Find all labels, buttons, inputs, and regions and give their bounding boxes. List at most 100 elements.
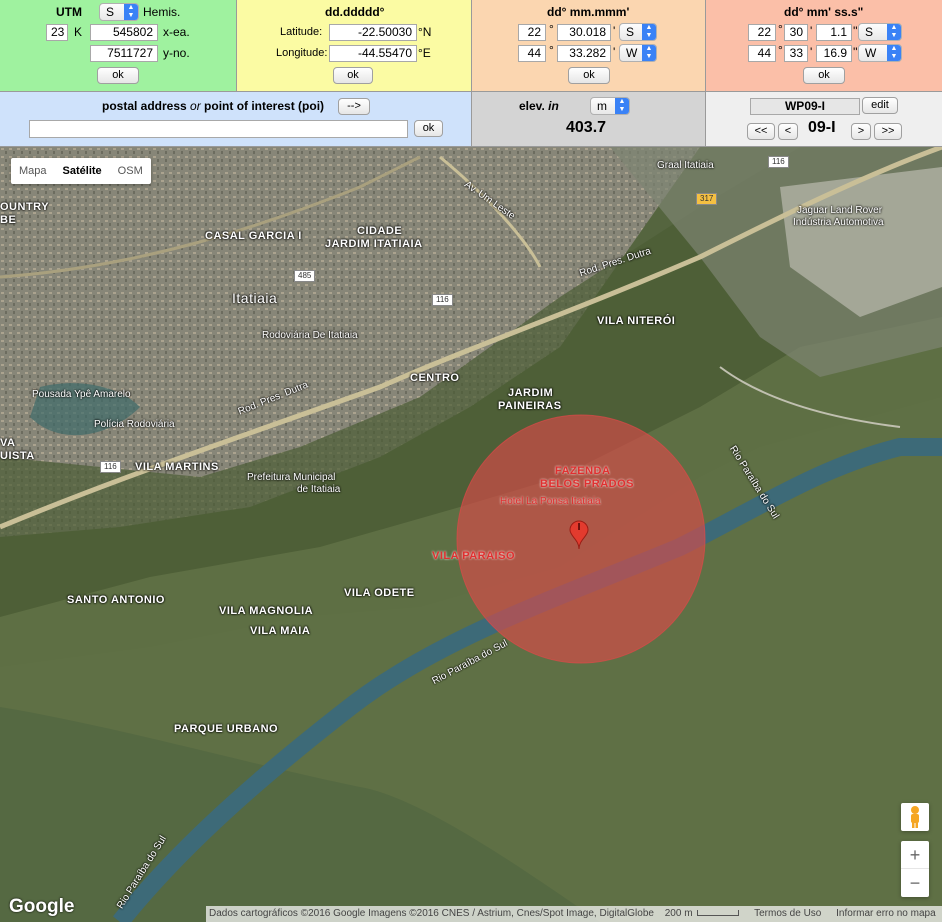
zoom-in-button[interactable]: +	[901, 841, 929, 869]
hemisphere-select[interactable]: S ▲ ▼	[99, 3, 139, 21]
dms-lat-seconds-input[interactable]: 1.1	[816, 24, 852, 41]
google-logo[interactable]: Google	[9, 896, 74, 918]
scale-label[interactable]: 200 m	[665, 908, 693, 919]
address-ok-button[interactable]: ok	[414, 120, 443, 137]
map-label: PARQUE URBANO	[174, 723, 279, 735]
utm-title: UTM	[56, 5, 82, 19]
map-label: de Itatiaia	[297, 484, 341, 495]
select-arrows-icon: ▲ ▼	[887, 45, 901, 61]
map-canvas[interactable]: Mapa Satélite OSM 116 116 116 485 317 OU…	[0, 147, 942, 922]
address-title-text: postal address	[102, 99, 191, 113]
waypoint-name-field[interactable]: WP09-I	[750, 98, 860, 115]
latitude-label: Latitude:	[280, 26, 323, 38]
dms-lat-hemisphere-select[interactable]: S ▲ ▼	[858, 23, 902, 41]
ddm-lat-degrees-input[interactable]: 22	[518, 24, 546, 41]
waypoint-panel: WP09-I edit << < 09-I > >>	[706, 92, 942, 147]
address-arrow-button[interactable]: -->	[338, 98, 370, 115]
map-label: PAINEIRAS	[498, 400, 562, 412]
dms-ok-button[interactable]: ok	[803, 67, 845, 84]
dms-lon-minutes-input[interactable]: 33	[784, 45, 808, 62]
map-tab-osm[interactable]: OSM	[110, 158, 151, 184]
ddm-lon-hemisphere-select[interactable]: W ▲ ▼	[619, 44, 657, 62]
ddm-lon-hemisphere-value: W	[626, 46, 638, 60]
map-tab-mapa[interactable]: Mapa	[11, 158, 55, 184]
dms-lat-minutes-input[interactable]: 30	[784, 24, 808, 41]
elevation-value: 403.7	[566, 119, 607, 136]
map-label: BELOS PRADOS	[540, 478, 635, 490]
marker-label: I	[577, 522, 581, 533]
map-label: VILA NITERÓI	[597, 315, 676, 327]
map-label: UISTA	[0, 450, 35, 462]
dd-ok-button[interactable]: ok	[333, 67, 373, 84]
report-error-link[interactable]: Informar erro no mapa	[836, 908, 936, 919]
utm-northing-label: y-no.	[163, 46, 190, 60]
waypoint-prev-button[interactable]: <	[778, 123, 798, 140]
street-view-pegman-icon[interactable]	[901, 803, 929, 831]
map-label: CENTRO	[410, 372, 460, 384]
utm-ok-button[interactable]: ok	[97, 67, 139, 84]
select-arrows-icon: ▲ ▼	[642, 24, 656, 40]
degree-symbol: °	[549, 43, 554, 57]
map-label: CASAL GARCIA I	[205, 230, 302, 242]
decimal-degrees-panel: dd.ddddd° Latitude: -22.50030 °N Longitu…	[237, 0, 472, 92]
terms-link[interactable]: Termos de Uso	[754, 908, 821, 919]
ddm-lat-hemisphere-value: S	[626, 25, 635, 39]
zoom-out-button[interactable]: −	[901, 869, 929, 897]
waypoint-last-button[interactable]: >>	[874, 123, 902, 140]
select-arrows-icon: ▲ ▼	[124, 4, 138, 20]
address-input[interactable]	[29, 120, 408, 138]
zoom-control: + −	[901, 841, 929, 897]
ddm-lat-hemisphere-select[interactable]: S ▲ ▼	[619, 23, 657, 41]
map-label: VA	[0, 437, 16, 449]
utm-easting-input[interactable]: 545802	[90, 24, 158, 41]
map-label: Pousada Ypê Amarelo	[32, 389, 131, 400]
waypoint-edit-button[interactable]: edit	[862, 97, 898, 114]
dms-lon-hemisphere-select[interactable]: W ▲ ▼	[858, 44, 902, 62]
location-marker-icon[interactable]: I	[569, 520, 589, 550]
minute-symbol: '	[613, 24, 616, 38]
minute-symbol: '	[810, 45, 813, 59]
ddm-lat-minutes-input[interactable]: 30.018	[557, 24, 611, 41]
longitude-unit: °E	[418, 46, 431, 60]
map-label: VILA MARTINS	[135, 461, 219, 473]
attribution-bar: Dados cartográficos ©2016 Google Imagens…	[206, 906, 942, 922]
map-label: Hotel La Ponsa Itatiaia	[500, 496, 601, 507]
road-shield-116: 116	[100, 461, 121, 473]
map-label: Jaguar Land Rover	[797, 205, 883, 216]
elevation-unit-select[interactable]: m ▲ ▼	[590, 97, 630, 115]
hemisphere-value: S	[106, 5, 115, 19]
longitude-input[interactable]: -44.55470	[329, 45, 417, 62]
degrees-decimal-minutes-panel: dd° mm.mmm' 22 ° 30.018 ' S ▲ ▼ 44 ° 33.28…	[472, 0, 706, 92]
map-label: Prefeitura Municipal	[247, 472, 336, 483]
latitude-input[interactable]: -22.50030	[329, 24, 417, 41]
ddm-ok-button[interactable]: ok	[568, 67, 610, 84]
map-label: OUNTRY	[0, 201, 50, 213]
utm-zone-input[interactable]: 23	[46, 24, 68, 41]
map-label: Graal Itatiaia	[657, 160, 714, 171]
elevation-label-in: in	[548, 99, 559, 113]
degrees-minutes-seconds-panel: dd° mm' ss.s" 22 ° 30 ' 1.1 '' S ▲ ▼ 44 ° …	[706, 0, 942, 92]
dms-lat-hemisphere-value: S	[865, 25, 874, 39]
map-label: Indústria Automotiva	[793, 217, 884, 228]
dms-lon-degrees-input[interactable]: 44	[748, 45, 776, 62]
ddm-lon-minutes-input[interactable]: 33.282	[557, 45, 611, 62]
waypoint-first-button[interactable]: <<	[747, 123, 775, 140]
map-label: VILA MAIA	[250, 625, 311, 637]
select-arrows-icon: ▲ ▼	[615, 98, 629, 114]
select-arrows-icon: ▲ ▼	[642, 45, 656, 61]
elevation-label-text: elev.	[519, 99, 549, 113]
map-tab-satelite[interactable]: Satélite	[55, 158, 110, 184]
dms-lat-degrees-input[interactable]: 22	[748, 24, 776, 41]
map-label: FAZENDA	[555, 465, 611, 477]
road-shield-116: 116	[768, 156, 789, 168]
ddm-lon-degrees-input[interactable]: 44	[518, 45, 546, 62]
dd-title: dd.ddddd°	[325, 5, 385, 19]
radius-circle	[456, 414, 706, 664]
utm-northing-input[interactable]: 7511727	[90, 45, 158, 62]
dms-lon-seconds-input[interactable]: 16.9	[816, 45, 852, 62]
second-symbol: ''	[853, 45, 858, 59]
waypoint-next-button[interactable]: >	[851, 123, 871, 140]
attribution-text: Dados cartográficos ©2016 Google Imagens…	[209, 908, 654, 919]
select-arrows-icon: ▲ ▼	[887, 24, 901, 40]
address-title: postal address or point of interest (poi…	[102, 99, 324, 113]
